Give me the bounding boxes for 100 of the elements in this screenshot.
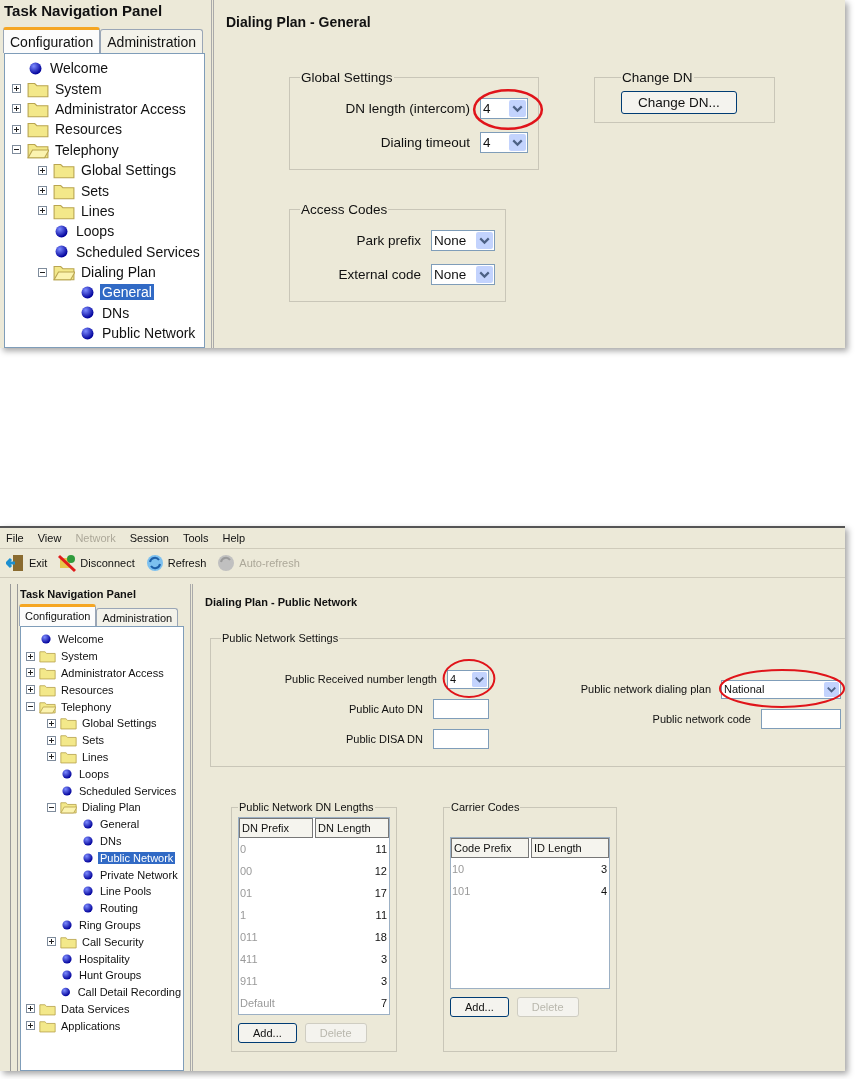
input-field[interactable] — [433, 699, 489, 719]
tab[interactable]: Administration — [96, 608, 179, 626]
bullet-icon — [62, 970, 72, 981]
tree-item[interactable]: Ring Groups — [77, 918, 143, 931]
tree-item[interactable]: Lines — [80, 750, 111, 763]
tree-item[interactable]: Scheduled Services — [77, 784, 179, 797]
tree-item[interactable]: Call Detail Recording — [75, 986, 183, 999]
expand-toggle-icon[interactable] — [26, 685, 35, 695]
tree-item[interactable]: Dialing Plan — [79, 264, 158, 281]
expand-toggle-icon[interactable] — [11, 124, 21, 134]
tree-item[interactable]: Routing — [98, 902, 140, 915]
bullet-icon — [62, 953, 72, 964]
tree-item[interactable]: Call Security — [80, 935, 146, 948]
tab[interactable]: Administration — [100, 29, 203, 53]
expand-toggle-icon[interactable] — [26, 668, 35, 678]
table-cell: 3 — [600, 863, 607, 875]
expand-toggle-icon[interactable] — [37, 206, 47, 216]
field-label: Public network dialing plan — [580, 683, 711, 695]
tree-item[interactable]: Administrator Access — [59, 667, 166, 679]
table-button[interactable]: Add... — [238, 1023, 297, 1043]
open-folder-icon — [39, 699, 56, 714]
dropdown[interactable]: National — [721, 679, 841, 699]
menu-item[interactable]: Help — [222, 532, 246, 544]
tree-item[interactable]: Administrator Access — [53, 100, 188, 117]
tree-item[interactable]: Scheduled Services — [74, 243, 202, 260]
tree-item[interactable]: Welcome — [56, 633, 106, 646]
dropdown[interactable]: None — [431, 229, 495, 251]
expand-toggle-icon[interactable] — [37, 267, 47, 277]
expand-toggle-icon[interactable] — [47, 802, 56, 812]
toolbar-button[interactable]: Exit — [4, 551, 50, 575]
expand-toggle-icon[interactable] — [37, 186, 47, 196]
tree-item[interactable]: DNs — [100, 304, 132, 321]
tab[interactable]: Configuration — [3, 27, 101, 53]
expand-toggle-icon[interactable] — [47, 718, 56, 728]
field-label: Dialing timeout — [380, 134, 470, 150]
disconnect-icon — [57, 553, 78, 573]
expand-toggle-icon[interactable] — [47, 937, 56, 947]
tree-item[interactable]: Telephony — [53, 141, 121, 158]
expand-toggle-icon[interactable] — [26, 651, 35, 661]
tree-item[interactable]: Loops — [77, 767, 111, 780]
tree-item[interactable]: Resources — [53, 121, 124, 138]
expand-toggle-icon[interactable] — [11, 84, 21, 94]
tree-item[interactable]: Data Services — [59, 1002, 132, 1015]
table-button[interactable]: Add... — [450, 997, 509, 1017]
tree-item[interactable]: Public Network — [100, 325, 198, 342]
bullet-icon — [83, 819, 93, 830]
tree-item[interactable]: General — [98, 818, 142, 831]
expand-toggle-icon[interactable] — [11, 145, 21, 155]
tree-item[interactable]: Hunt Groups — [77, 969, 144, 982]
tree-item[interactable]: Lines — [79, 202, 117, 219]
tree-item[interactable]: Public Network — [98, 851, 176, 864]
menu-item[interactable]: Session — [129, 532, 169, 544]
input-field[interactable] — [433, 729, 489, 749]
page-title: Dialing Plan - Public Network — [205, 596, 359, 608]
tree-item[interactable]: Sets — [80, 734, 106, 747]
tree-item[interactable]: Telephony — [59, 700, 114, 713]
expand-toggle-icon[interactable] — [47, 752, 56, 762]
dropdown[interactable]: None — [431, 263, 495, 285]
tree-item[interactable]: Hospitality — [77, 952, 132, 965]
tree-item[interactable]: Global Settings — [80, 717, 159, 730]
table-cell: 4 — [600, 885, 607, 897]
tree-item[interactable]: System — [53, 80, 104, 97]
group-title: Public Network DN Lengths — [238, 801, 375, 813]
menu-item[interactable]: View — [37, 532, 62, 544]
tab[interactable]: Configuration — [19, 604, 97, 626]
dropdown[interactable]: 4 — [480, 97, 528, 119]
column-header[interactable]: DN Prefix — [239, 818, 313, 838]
bullet-icon — [55, 245, 68, 259]
expand-toggle-icon[interactable] — [37, 165, 47, 175]
tree-item[interactable]: DNs — [98, 834, 124, 847]
bullet-icon — [41, 634, 51, 645]
input-field[interactable] — [761, 709, 841, 729]
tree-item[interactable]: Sets — [79, 182, 111, 199]
expand-toggle-icon[interactable] — [11, 104, 21, 114]
expand-toggle-icon[interactable] — [26, 1004, 35, 1014]
change-dn-button[interactable]: Change DN... — [621, 91, 737, 114]
toolbar-button[interactable]: Refresh — [142, 551, 209, 575]
column-header[interactable]: ID Length — [531, 838, 609, 858]
menu-item[interactable]: File — [6, 532, 24, 544]
tree-item[interactable]: Resources — [59, 683, 116, 696]
expand-toggle-icon[interactable] — [26, 1021, 35, 1031]
panel-title: Task Navigation Panel — [3, 1, 164, 21]
dropdown[interactable]: 4 — [480, 131, 528, 153]
column-header[interactable]: DN Length — [315, 818, 389, 838]
tree-item[interactable]: System — [59, 650, 100, 663]
tree-item[interactable]: Welcome — [48, 60, 111, 77]
expand-toggle-icon[interactable] — [26, 702, 35, 712]
column-header[interactable]: Code Prefix — [451, 838, 529, 858]
tree-item[interactable]: Private Network — [98, 868, 180, 881]
folder-icon — [60, 934, 77, 949]
tree-item[interactable]: Applications — [59, 1019, 123, 1032]
toolbar-button[interactable]: Disconnect — [55, 551, 137, 575]
tree-item[interactable]: Global Settings — [79, 162, 178, 179]
tree-item[interactable]: Loops — [74, 223, 117, 240]
tree-item[interactable]: Dialing Plan — [80, 801, 143, 814]
tree-item[interactable]: Line Pools — [98, 885, 154, 898]
menu-item[interactable]: Tools — [182, 532, 209, 544]
expand-toggle-icon[interactable] — [47, 735, 56, 745]
tree-item[interactable]: General — [100, 284, 154, 301]
dropdown[interactable]: 4 — [447, 669, 489, 689]
